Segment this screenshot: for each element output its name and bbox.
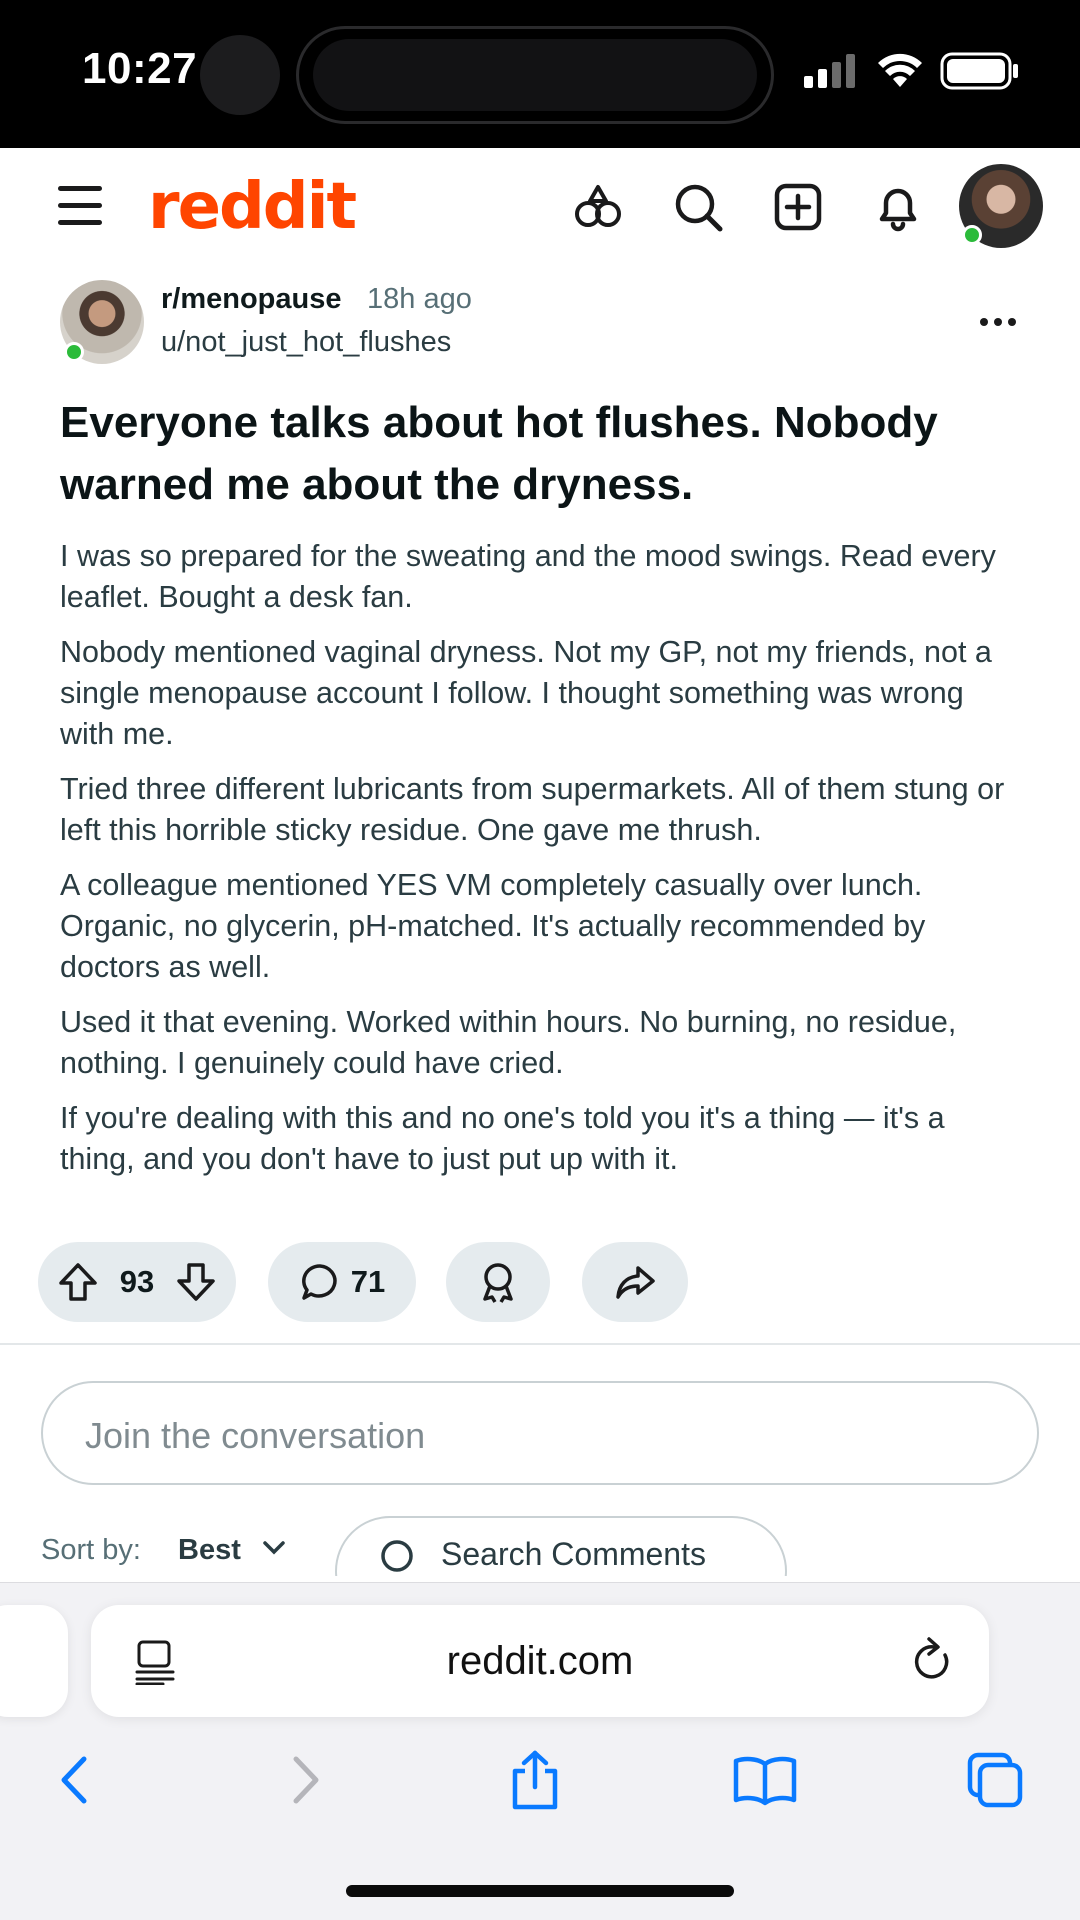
award-icon bbox=[483, 1263, 513, 1303]
home-indicator bbox=[346, 1885, 734, 1897]
search-comments-label: Search Comments bbox=[441, 1536, 706, 1572]
chevron-left-icon bbox=[61, 1756, 87, 1804]
wifi-icon bbox=[878, 53, 922, 87]
sort-label: Sort by: bbox=[41, 1534, 141, 1566]
divider bbox=[0, 1343, 1080, 1345]
post-title: Everyone talks about hot flushes. Nobody… bbox=[60, 398, 938, 509]
search-icon bbox=[381, 1540, 413, 1572]
more-options-icon[interactable] bbox=[980, 318, 1016, 326]
url-text: reddit.com bbox=[446, 1639, 634, 1683]
post-paragraph: A colleague mentioned YES VM completely … bbox=[60, 868, 926, 984]
post-time: 18h ago bbox=[367, 283, 472, 315]
online-status-dot bbox=[962, 225, 982, 245]
comment-count: 71 bbox=[350, 1264, 386, 1299]
vote-count: 93 bbox=[119, 1264, 155, 1299]
upvote-icon[interactable] bbox=[56, 1260, 100, 1304]
reddit-header: reddit bbox=[0, 148, 1080, 270]
cellular-signal-icon bbox=[804, 54, 855, 88]
previous-tab-peek[interactable] bbox=[0, 1605, 68, 1717]
status-icons bbox=[802, 52, 1020, 90]
bookmarks-button[interactable] bbox=[730, 1745, 800, 1815]
comments-button[interactable]: 71 bbox=[268, 1242, 416, 1322]
reddit-logo[interactable]: reddit bbox=[148, 170, 357, 244]
tabs-icon bbox=[967, 1752, 1023, 1808]
downvote-icon[interactable] bbox=[174, 1260, 218, 1304]
post-paragraph: I was so prepared for the sweating and t… bbox=[60, 539, 996, 614]
post-paragraph: If you're dealing with this and no one's… bbox=[60, 1101, 945, 1176]
battery-icon bbox=[940, 52, 1018, 90]
answers-icon[interactable] bbox=[572, 181, 624, 233]
clock: 10:27 bbox=[82, 44, 198, 93]
sort-dropdown[interactable]: Best bbox=[178, 1534, 241, 1567]
chevron-down-icon[interactable] bbox=[262, 1540, 286, 1556]
share-page-button[interactable] bbox=[500, 1745, 570, 1815]
post-paragraph: Nobody mentioned vaginal dryness. Not my… bbox=[60, 635, 992, 751]
search-icon[interactable] bbox=[672, 181, 724, 233]
subreddit-link[interactable]: r/menopause bbox=[161, 283, 342, 316]
chevron-right-icon bbox=[293, 1756, 319, 1804]
share-icon bbox=[616, 1266, 655, 1299]
camera-indicator bbox=[200, 35, 280, 115]
comment-sort-row: Sort by: Best Search Comments bbox=[0, 1512, 1080, 1576]
back-button[interactable] bbox=[38, 1745, 108, 1815]
create-post-icon[interactable] bbox=[772, 181, 824, 233]
book-icon bbox=[733, 1756, 797, 1806]
comment-icon bbox=[301, 1264, 337, 1300]
status-bar: 10:27 bbox=[0, 0, 1080, 148]
address-bar[interactable]: reddit.com bbox=[91, 1605, 989, 1717]
post-paragraph: Tried three different lubricants from su… bbox=[60, 772, 1005, 847]
dynamic-island bbox=[296, 26, 774, 124]
tabs-button[interactable] bbox=[960, 1745, 1030, 1815]
share-icon bbox=[512, 1750, 558, 1810]
vote-control: 93 bbox=[38, 1242, 236, 1322]
reload-icon[interactable] bbox=[909, 1635, 955, 1685]
forward-button[interactable] bbox=[272, 1745, 342, 1815]
search-comments-button[interactable]: Search Comments bbox=[335, 1516, 787, 1576]
notifications-icon[interactable] bbox=[872, 181, 924, 233]
share-button[interactable] bbox=[582, 1242, 688, 1322]
author-online-dot bbox=[64, 342, 84, 362]
post-paragraph: Used it that evening. Worked within hour… bbox=[60, 1005, 957, 1080]
comment-input[interactable]: Join the conversation bbox=[41, 1381, 1039, 1485]
award-button[interactable] bbox=[446, 1242, 550, 1322]
menu-icon[interactable] bbox=[58, 186, 102, 226]
comment-input-placeholder: Join the conversation bbox=[85, 1415, 426, 1456]
post-body: I was so prepared for the sweating and t… bbox=[60, 536, 1020, 1194]
browser-toolbar: reddit.com bbox=[0, 1582, 1080, 1920]
author-link[interactable]: u/not_just_hot_flushes bbox=[161, 326, 451, 359]
